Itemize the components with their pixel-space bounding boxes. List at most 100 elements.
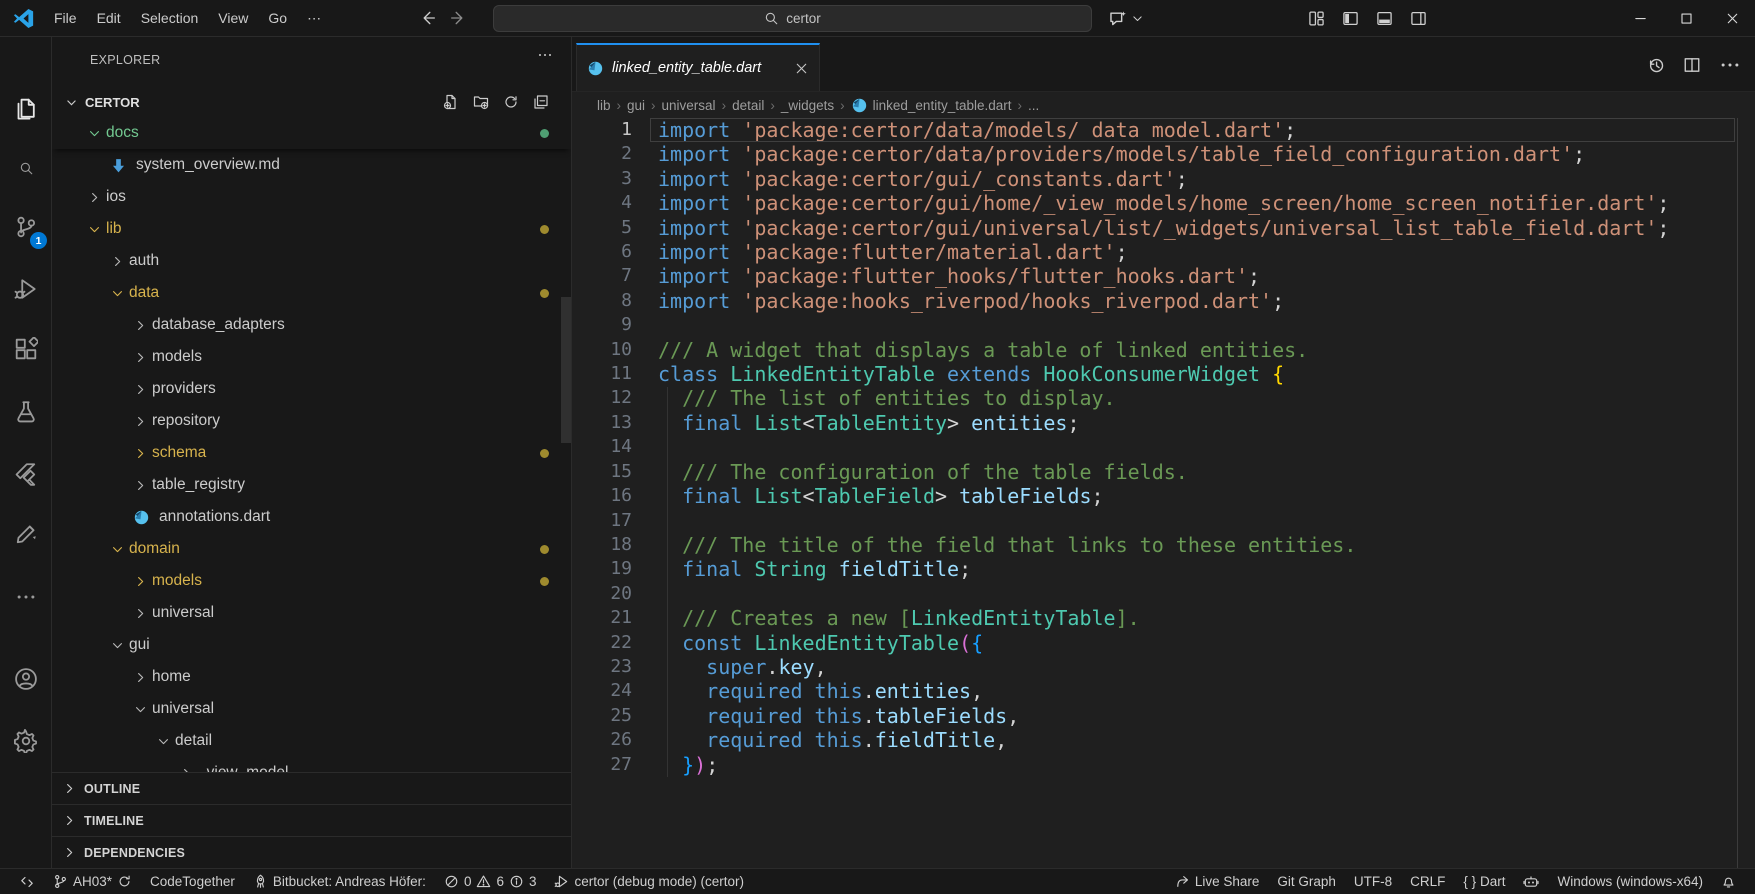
code-line-25: 25 required this.tableFields, xyxy=(572,704,1755,728)
tree-item-table_registry[interactable]: table_registry xyxy=(52,469,571,501)
section-outline[interactable]: OUTLINE xyxy=(52,772,571,804)
code-line-9: 9 xyxy=(572,313,1755,337)
activity-source-control[interactable]: 1 xyxy=(0,203,52,251)
status-debug-status[interactable]: certor (debug mode) (certor) xyxy=(545,869,753,894)
activity-search[interactable] xyxy=(0,144,52,192)
activity-property-editor[interactable] xyxy=(0,510,52,558)
breadcrumb-item[interactable]: linked_entity_table.dart xyxy=(851,97,1011,114)
code-line-21: 21 /// Creates a new [LinkedEntityTable]… xyxy=(572,606,1755,630)
copilot-menu[interactable] xyxy=(1108,0,1144,36)
code-line-1: 1 import 'package:certor/data/models/_dat… xyxy=(572,118,1755,143)
views-more-icon[interactable] xyxy=(537,47,553,63)
tree-item-annotations.dart[interactable]: annotations.dart xyxy=(52,501,571,533)
menu-go[interactable]: Go xyxy=(258,5,297,31)
minimize-button[interactable] xyxy=(1617,0,1663,36)
tree-scrollbar[interactable] xyxy=(561,297,571,443)
status-notifications[interactable] xyxy=(1712,869,1745,894)
breadcrumb-item[interactable]: ... xyxy=(1028,98,1039,113)
breadcrumb-item[interactable]: lib xyxy=(597,98,611,113)
command-center[interactable]: certor xyxy=(493,5,1092,32)
tree-item-domain[interactable]: domain xyxy=(52,533,571,565)
chevron-down-icon[interactable] xyxy=(1131,12,1144,25)
status-git-branch[interactable]: AH03* xyxy=(44,869,141,894)
section-timeline[interactable]: TIMELINE xyxy=(52,804,571,836)
sidebar-left-icon[interactable] xyxy=(1342,10,1359,27)
chevron-right-icon xyxy=(131,318,149,333)
arrow-right-icon[interactable] xyxy=(450,9,468,27)
sidebar-right-icon[interactable] xyxy=(1410,10,1427,27)
status-encoding[interactable]: UTF-8 xyxy=(1345,869,1401,894)
code-line-3: 3 import 'package:certor/gui/_constants.d… xyxy=(572,167,1755,191)
tab-linked-entity-table[interactable]: linked_entity_table.dart xyxy=(576,43,820,91)
tree-item-docs[interactable]: docs xyxy=(52,117,571,149)
activity-flutter[interactable] xyxy=(0,450,52,498)
refresh-icon[interactable] xyxy=(503,94,519,110)
menu-more[interactable]: ⋯ xyxy=(297,5,331,31)
status-codetogether[interactable]: CodeTogether xyxy=(141,869,244,894)
tree-item-database_adapters[interactable]: database_adapters xyxy=(52,309,571,341)
tree-item-system_overview.md[interactable]: system_overview.md xyxy=(52,149,571,181)
editor-scrollbar[interactable] xyxy=(1737,118,1738,868)
status-remote[interactable] xyxy=(10,869,44,894)
tree-item-providers[interactable]: providers xyxy=(52,373,571,405)
breadcrumb-item[interactable]: universal xyxy=(662,98,716,113)
history-icon[interactable] xyxy=(1647,56,1665,74)
menu-edit[interactable]: Edit xyxy=(87,5,131,31)
activity-settings[interactable] xyxy=(0,717,52,765)
tree-item-ios[interactable]: ios xyxy=(52,181,571,213)
status-copilot[interactable] xyxy=(1514,869,1548,894)
maximize-button[interactable] xyxy=(1663,0,1709,36)
line-number: 2 xyxy=(621,143,632,165)
tree-item-models[interactable]: models xyxy=(52,341,571,373)
tree-item-models[interactable]: models xyxy=(52,565,571,597)
new-folder-icon[interactable] xyxy=(473,94,489,110)
copilot-chat-icon[interactable] xyxy=(1108,9,1127,28)
status-eol[interactable]: CRLF xyxy=(1401,869,1454,894)
tree-item-gui[interactable]: gui xyxy=(52,629,571,661)
search-icon xyxy=(19,161,34,176)
chevron-down-icon xyxy=(154,734,172,749)
tree-item-_view_model[interactable]: _view_model xyxy=(52,757,571,772)
status-language[interactable]: { } Dart xyxy=(1454,869,1514,894)
new-file-icon[interactable] xyxy=(443,94,459,110)
breadcrumb-item[interactable]: gui xyxy=(627,98,645,113)
breadcrumb-item[interactable]: detail xyxy=(732,98,764,113)
project-root-row[interactable]: CERTOR xyxy=(52,87,571,117)
sidebar-title: EXPLORER xyxy=(90,53,161,67)
close-button[interactable] xyxy=(1709,0,1755,36)
collapse-all-icon[interactable] xyxy=(533,94,549,110)
activity-run-debug[interactable] xyxy=(0,265,52,313)
activity-accounts[interactable] xyxy=(0,655,52,703)
status-problems[interactable]: 063 xyxy=(435,869,546,894)
split-editor-icon[interactable] xyxy=(1683,56,1701,74)
arrow-left-icon[interactable] xyxy=(418,9,436,27)
activity-testing[interactable] xyxy=(0,388,52,436)
chevron-down-icon xyxy=(108,542,126,557)
activity-more[interactable] xyxy=(0,573,52,621)
status-git-graph[interactable]: Git Graph xyxy=(1268,869,1345,894)
code-editor[interactable]: 1 import 'package:certor/data/models/_dat… xyxy=(572,118,1755,868)
menu-file[interactable]: File xyxy=(44,5,87,31)
tree-item-repository[interactable]: repository xyxy=(52,405,571,437)
tree-item-detail[interactable]: detail xyxy=(52,725,571,757)
breadcrumb-item[interactable]: _widgets xyxy=(781,98,834,113)
menu-view[interactable]: View xyxy=(208,5,258,31)
tree-item-schema[interactable]: schema xyxy=(52,437,571,469)
close-icon[interactable] xyxy=(794,61,809,76)
tree-item-lib[interactable]: lib xyxy=(52,213,571,245)
tree-item-auth[interactable]: auth xyxy=(52,245,571,277)
tree-item-data[interactable]: data xyxy=(52,277,571,309)
status-bitbucket[interactable]: Bitbucket: Andreas Höfer: xyxy=(244,869,435,894)
tree-item-home[interactable]: home xyxy=(52,661,571,693)
activity-extensions[interactable] xyxy=(0,325,52,373)
section-dependencies[interactable]: DEPENDENCIES xyxy=(52,836,571,868)
activity-explorer[interactable] xyxy=(0,85,52,133)
tree-item-universal[interactable]: universal xyxy=(52,597,571,629)
status-platform[interactable]: Windows (windows-x64) xyxy=(1548,869,1712,894)
status-live-share[interactable]: Live Share xyxy=(1166,869,1269,894)
ellipsis-icon[interactable] xyxy=(1719,54,1741,76)
panel-bottom-icon[interactable] xyxy=(1376,10,1393,27)
tree-item-universal[interactable]: universal xyxy=(52,693,571,725)
customize-layout-icon[interactable] xyxy=(1308,10,1325,27)
menu-selection[interactable]: Selection xyxy=(131,5,209,31)
